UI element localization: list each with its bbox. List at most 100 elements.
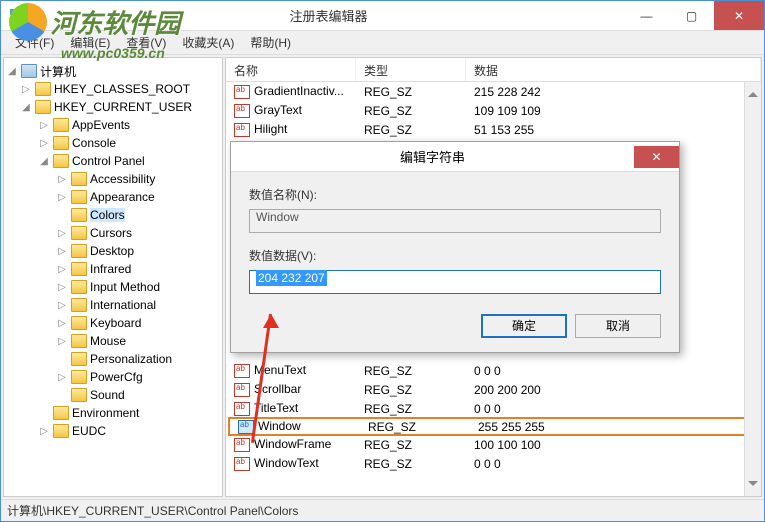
expand-icon[interactable]: ▷ [38, 138, 50, 149]
expand-icon[interactable]: ▷ [56, 174, 68, 185]
tree-item[interactable]: ▷PowerCfg [6, 368, 220, 386]
expand-icon[interactable]: ▷ [56, 192, 68, 203]
tree-label: Mouse [90, 334, 126, 348]
folder-icon [71, 208, 87, 222]
tree-item[interactable]: ◢ Control Panel [6, 152, 220, 170]
expand-icon[interactable]: ▷ [56, 372, 68, 383]
registry-tree[interactable]: ◢计算机 ▷HKEY_CLASSES_ROOT ◢HKEY_CURRENT_US… [3, 57, 223, 497]
col-header-data[interactable]: 数据 [466, 58, 761, 81]
expand-icon[interactable]: ▷ [20, 84, 32, 95]
tree-item[interactable]: ▷ Infrared [6, 260, 220, 278]
tree-hkcr[interactable]: ▷HKEY_CLASSES_ROOT [6, 80, 220, 98]
value-name-field: Window [249, 209, 661, 233]
collapse-icon[interactable]: ◢ [6, 66, 18, 77]
tree-item[interactable]: ▷EUDC [6, 422, 220, 440]
value-name: GradientInactiv... [254, 84, 344, 98]
tree-item[interactable]: ▷ Mouse [6, 332, 220, 350]
list-row[interactable]: MenuTextREG_SZ0 0 0 [226, 361, 761, 380]
col-header-name[interactable]: 名称 [226, 58, 356, 81]
dialog-title: 编辑字符串 [231, 147, 634, 166]
tree-label: Desktop [90, 244, 134, 258]
string-value-icon [234, 402, 250, 416]
list-row[interactable]: WindowFrameREG_SZ100 100 100 [226, 435, 761, 454]
expand-icon[interactable]: ▷ [56, 300, 68, 311]
expand-icon[interactable]: ▷ [38, 120, 50, 131]
tree-root[interactable]: ◢计算机 [6, 62, 220, 80]
expand-icon[interactable]: ▷ [56, 264, 68, 275]
menu-help[interactable]: 帮助(H) [244, 32, 297, 53]
list-header: 名称 类型 数据 [226, 58, 761, 82]
vertical-scrollbar[interactable] [744, 82, 761, 496]
tree-label: International [90, 298, 156, 312]
collapse-icon[interactable]: ◢ [20, 102, 32, 113]
cancel-button[interactable]: 取消 [575, 314, 661, 338]
tree-label: Colors [90, 208, 125, 222]
value-data: 100 100 100 [466, 438, 761, 452]
list-row[interactable]: ScrollbarREG_SZ200 200 200 [226, 380, 761, 399]
tree-item[interactable]: Environment [6, 404, 220, 422]
maximize-button[interactable]: ▢ [669, 1, 714, 30]
menu-file[interactable]: 文件(F) [9, 32, 60, 53]
tree-item-colors[interactable]: Colors [6, 206, 220, 224]
value-data: 200 200 200 [466, 383, 761, 397]
value-name: Window [258, 419, 301, 433]
tree-item[interactable]: ▷Keyboard [6, 314, 220, 332]
expand-icon[interactable]: ▷ [56, 228, 68, 239]
ok-button[interactable]: 确定 [481, 314, 567, 338]
value-type: REG_SZ [356, 123, 466, 137]
tree-item[interactable]: Personalization [6, 350, 220, 368]
close-button[interactable]: ✕ [714, 1, 764, 30]
list-row[interactable]: GrayTextREG_SZ109 109 109 [226, 101, 761, 120]
tree-label: Input Method [90, 280, 160, 294]
folder-icon [53, 118, 69, 132]
folder-icon [53, 136, 69, 150]
tree-item[interactable]: ▷ Input Method [6, 278, 220, 296]
string-value-icon [234, 104, 250, 118]
tree-item[interactable]: ▷ Console [6, 134, 220, 152]
tree-item[interactable]: ▷ Desktop [6, 242, 220, 260]
expand-icon[interactable]: ▷ [56, 246, 68, 257]
menu-edit[interactable]: 编辑(E) [64, 32, 116, 53]
string-value-icon [234, 383, 250, 397]
expand-icon[interactable]: ▷ [56, 336, 68, 347]
collapse-icon[interactable]: ◢ [38, 156, 50, 167]
folder-icon [71, 388, 87, 402]
list-row-window[interactable]: WindowREG_SZ255 255 255 [228, 417, 759, 436]
folder-icon [71, 280, 87, 294]
col-header-type[interactable]: 类型 [356, 58, 466, 81]
value-name-label: 数值名称(N): [249, 186, 661, 203]
tree-label: Appearance [90, 190, 155, 204]
expand-icon[interactable]: ▷ [56, 282, 68, 293]
value-data: 51 153 255 [466, 123, 761, 137]
folder-icon [35, 82, 51, 96]
expand-icon[interactable]: ▷ [38, 426, 50, 437]
dialog-close-button[interactable]: ✕ [634, 146, 679, 168]
tree-hkcu[interactable]: ◢HKEY_CURRENT_USER [6, 98, 220, 116]
tree-item[interactable]: ▷AppEvents [6, 116, 220, 134]
value-data: 0 0 0 [466, 364, 761, 378]
expand-icon[interactable]: ▷ [56, 318, 68, 329]
tree-label: Accessibility [90, 172, 155, 186]
value-data-field[interactable]: 204 232 207 [249, 270, 661, 294]
dialog-titlebar[interactable]: 编辑字符串 ✕ [231, 142, 679, 172]
value-type: REG_SZ [356, 104, 466, 118]
tree-item[interactable]: ▷Cursors [6, 224, 220, 242]
tree-label: Console [72, 136, 116, 150]
menu-view[interactable]: 查看(V) [120, 32, 172, 53]
value-type: REG_SZ [356, 383, 466, 397]
value-name-text: Window [256, 210, 299, 224]
tree-item[interactable]: ▷ International [6, 296, 220, 314]
list-row[interactable]: TitleTextREG_SZ0 0 0 [226, 399, 761, 418]
list-row[interactable]: GradientInactiv...REG_SZ215 228 242 [226, 82, 761, 101]
titlebar: 注册表编辑器 — ▢ ✕ [1, 1, 764, 31]
minimize-button[interactable]: — [624, 1, 669, 30]
menu-favorites[interactable]: 收藏夹(A) [176, 32, 240, 53]
list-row[interactable]: WindowTextREG_SZ0 0 0 [226, 454, 761, 473]
tree-item[interactable]: ▷ Appearance [6, 188, 220, 206]
tree-item[interactable]: Sound [6, 386, 220, 404]
tree-label: Control Panel [72, 154, 145, 168]
value-type: REG_SZ [356, 85, 466, 99]
tree-item[interactable]: ▷ Accessibility [6, 170, 220, 188]
list-row[interactable]: HilightREG_SZ51 153 255 [226, 120, 761, 139]
tree-label: Infrared [90, 262, 131, 276]
